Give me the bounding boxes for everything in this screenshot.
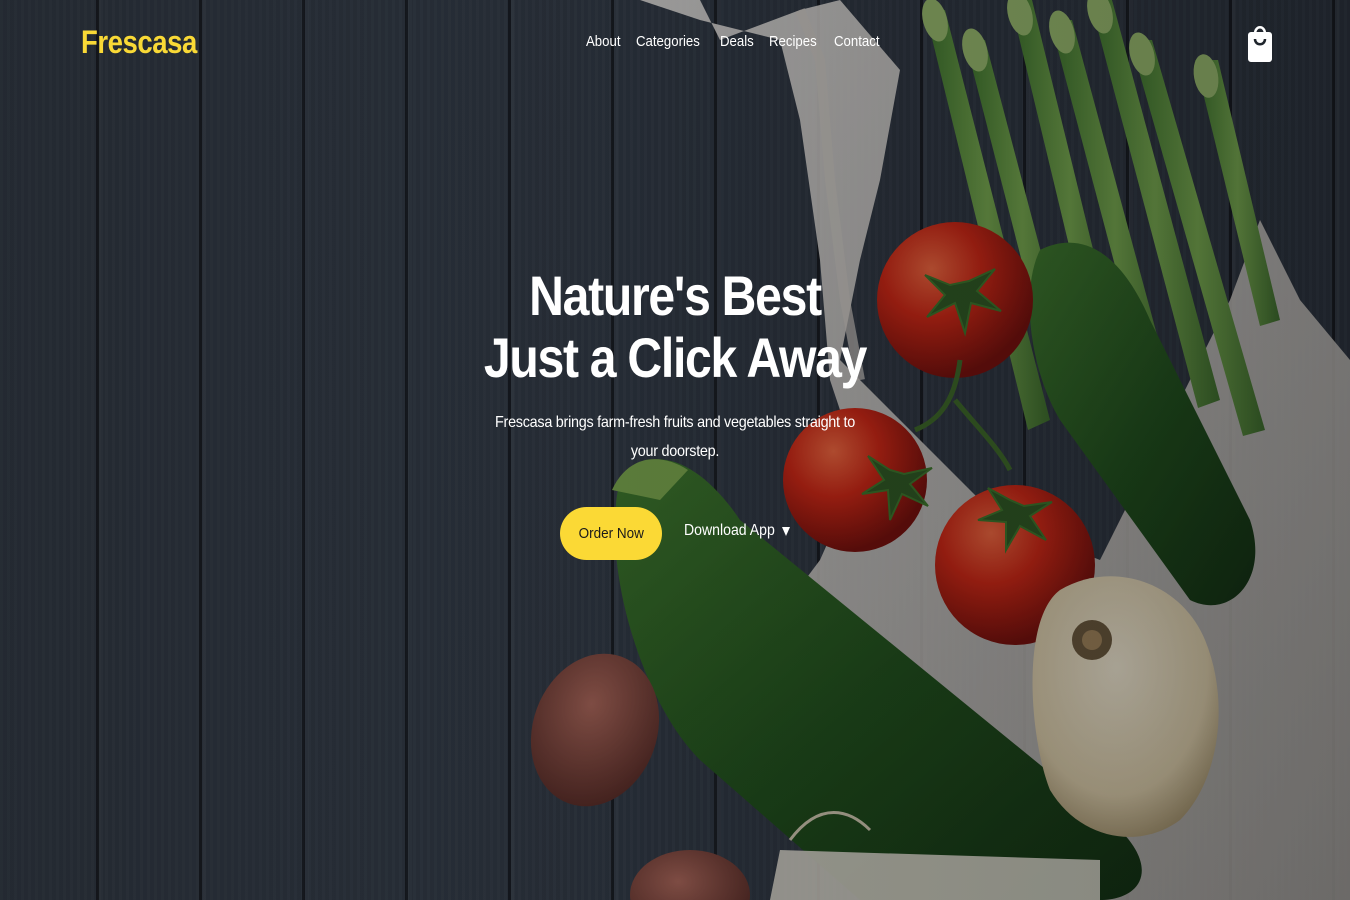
order-now-button[interactable]: Order Now — [560, 507, 662, 560]
page: Frescasa About Categories Deals Recipes … — [0, 0, 1350, 900]
nav-recipes[interactable]: Recipes — [769, 33, 817, 50]
hero-subtitle: Frescasa brings farm-fresh fruits and ve… — [470, 408, 880, 466]
hero-title-line2: Just a Click Away — [483, 326, 868, 389]
shopping-bag-icon[interactable] — [1247, 22, 1273, 64]
download-app-label: Download App — [684, 522, 775, 539]
nav-about[interactable]: About — [586, 33, 620, 50]
hero-title-line1: Nature's Best — [529, 264, 822, 327]
caret-down-icon — [782, 526, 791, 536]
hero-subtitle-text: Frescasa brings farm-fresh fruits and ve… — [495, 414, 855, 460]
download-app-button[interactable]: Download App — [684, 522, 791, 540]
nav-deals[interactable]: Deals — [720, 33, 754, 50]
order-now-label: Order Now — [578, 525, 644, 542]
brand-logo[interactable]: Frescasa — [81, 24, 197, 61]
nav-contact[interactable]: Contact — [834, 33, 879, 50]
hero-title: Nature's Best Just a Click Away — [0, 265, 1350, 389]
main-nav: About Categories Deals Recipes Contact — [586, 33, 880, 50]
nav-categories[interactable]: Categories — [636, 33, 700, 50]
